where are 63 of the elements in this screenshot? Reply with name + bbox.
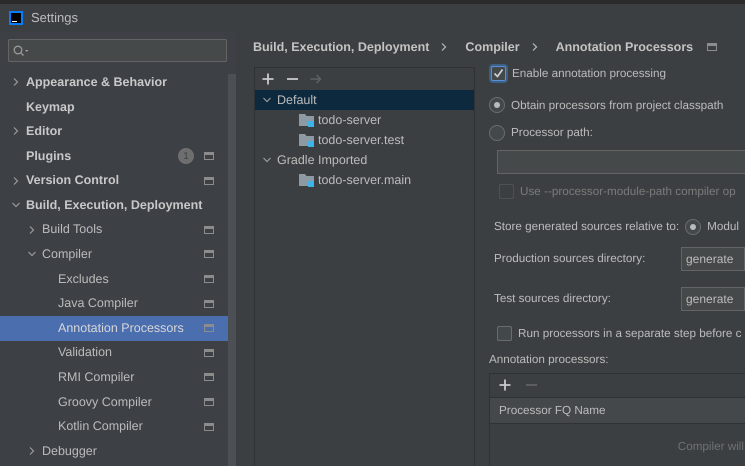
- app-logo-icon: [9, 11, 23, 25]
- sidebar-item[interactable]: Editor: [0, 119, 228, 144]
- annotation-processors-label: Annotation processors:: [489, 352, 610, 368]
- tree-item[interactable]: Default: [255, 90, 474, 110]
- sidebar-item[interactable]: RMI Compiler: [0, 365, 228, 390]
- tree-item[interactable]: todo-server: [255, 110, 474, 130]
- sidebar-item[interactable]: Groovy Compiler: [0, 390, 228, 414]
- radio-button[interactable]: Modul: [685, 218, 740, 236]
- chevron-right-icon[interactable]: [12, 127, 20, 136]
- minus-icon: [286, 78, 298, 80]
- chevron-right-icon[interactable]: [28, 226, 36, 234]
- radio-button[interactable]: Obtain processors from project classpath: [489, 96, 745, 114]
- chevron-right-icon[interactable]: [28, 447, 36, 456]
- sidebar-item[interactable]: Compiler: [0, 242, 228, 267]
- directory-label: Test sources directory:: [494, 290, 612, 307]
- breadcrumb-item[interactable]: Annotation Processors: [556, 38, 694, 56]
- processor-path-field[interactable]: [497, 150, 745, 174]
- search-icon: [13, 44, 29, 56]
- breadcrumb-separator-icon: [530, 43, 539, 51]
- arrow-right-icon: [309, 72, 323, 86]
- chevron-down-icon[interactable]: [263, 96, 271, 104]
- module-folder-icon: [299, 132, 315, 148]
- window-title: Settings: [31, 9, 78, 28]
- module-folder-icon: [299, 172, 315, 188]
- chevron-down-icon[interactable]: [263, 156, 271, 164]
- sidebar-item[interactable]: Excludes: [0, 266, 228, 292]
- directory-field[interactable]: generate: [681, 246, 745, 271]
- sidebar-item[interactable]: Build Tools: [0, 218, 228, 242]
- directory-label: Production sources directory:: [494, 250, 646, 267]
- module-folder-icon: [299, 112, 315, 128]
- sidebar-item[interactable]: Build, Execution, Deployment: [0, 192, 228, 218]
- store-sources-label: Store generated sources relative to:: [494, 219, 680, 236]
- separate-step-checkbox[interactable]: Run processors in a separate step before c: [497, 324, 745, 342]
- sidebar-item[interactable]: Keymap: [0, 94, 228, 120]
- sidebar-item[interactable]: Appearance & Behavior: [0, 70, 228, 95]
- directory-field[interactable]: generate: [681, 286, 745, 311]
- plus-icon: [498, 378, 512, 392]
- sidebar-item[interactable]: Java Compiler: [0, 291, 228, 316]
- sidebar-item[interactable]: Version Control: [0, 168, 228, 193]
- chevron-down-icon[interactable]: [28, 250, 36, 258]
- chevron-right-icon[interactable]: [12, 78, 20, 86]
- plus-icon: [261, 72, 275, 86]
- column-header[interactable]: Processor FQ Name: [490, 396, 745, 424]
- breadcrumb-item[interactable]: Compiler: [465, 38, 520, 56]
- tree-item[interactable]: todo-server.test: [255, 130, 474, 150]
- minus-icon: [526, 384, 536, 386]
- breadcrumb-separator-icon: [440, 43, 448, 51]
- checkmark-icon: [493, 68, 504, 80]
- tree-item[interactable]: Gradle Imported: [255, 150, 474, 170]
- tree-item[interactable]: todo-server.main: [255, 170, 474, 190]
- breadcrumb-item[interactable]: Build, Execution, Deployment: [253, 38, 430, 56]
- chevron-right-icon[interactable]: [12, 176, 20, 185]
- sidebar-item[interactable]: Kotlin Compiler: [0, 414, 228, 439]
- enable-annotation-checkbox[interactable]: Enable annotation processing: [491, 65, 745, 83]
- scrollbar[interactable]: [228, 74, 236, 466]
- chevron-down-icon[interactable]: [12, 201, 20, 210]
- add-button[interactable]: [261, 72, 275, 86]
- search-field[interactable]: [8, 39, 227, 62]
- sidebar-item[interactable]: Debugger: [0, 438, 228, 464]
- radio-button[interactable]: Processor path:: [489, 124, 745, 142]
- sidebar-item[interactable]: Validation: [0, 340, 228, 366]
- sidebar-item[interactable]: Annotation Processors: [0, 316, 228, 341]
- add-button[interactable]: [498, 378, 512, 392]
